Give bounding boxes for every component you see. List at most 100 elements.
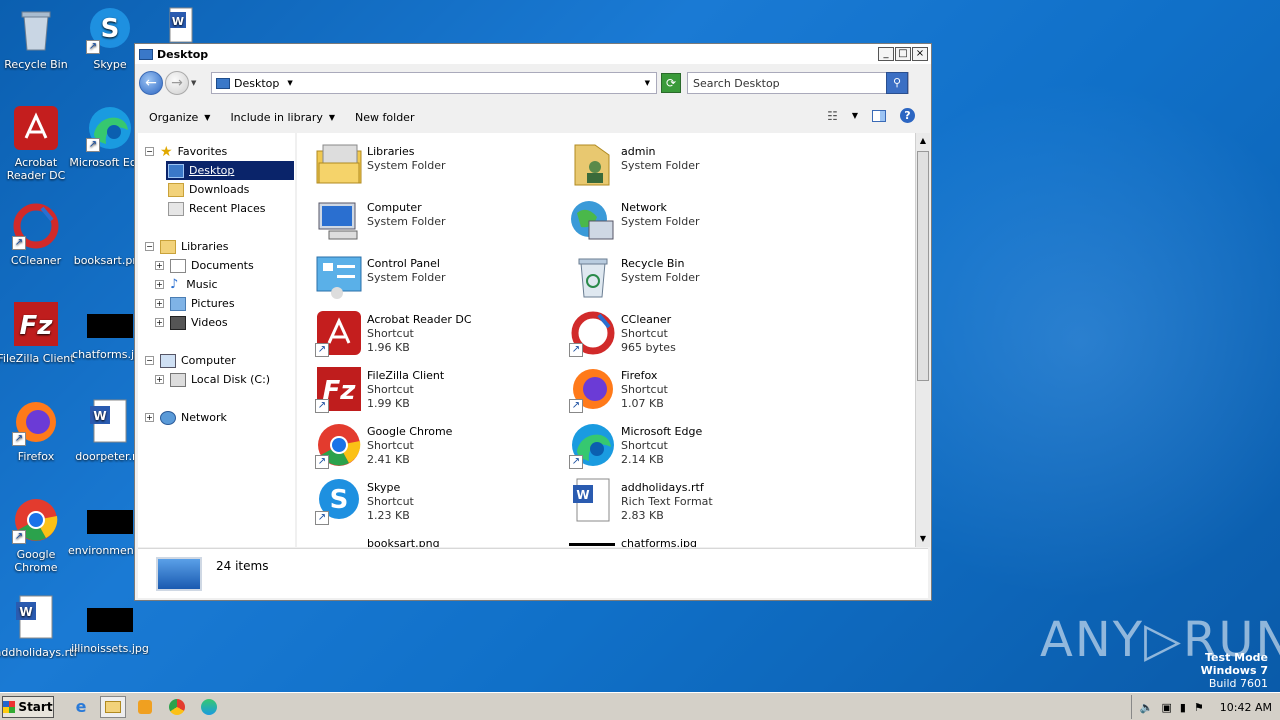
nav-music[interactable]: + ♪ Music bbox=[155, 275, 218, 294]
flag-icon[interactable]: ⚑ bbox=[1194, 701, 1204, 714]
nav-favorites[interactable]: − ★ Favorites bbox=[145, 142, 227, 161]
expand-icon[interactable]: + bbox=[145, 413, 154, 422]
chevron-down-icon[interactable]: ▼ bbox=[852, 111, 858, 120]
maximize-button[interactable]: □ bbox=[895, 47, 911, 61]
item-name: Microsoft Edge bbox=[621, 425, 703, 438]
item-chrome[interactable]: ↗ Google Chrome Shortcut 2.41 KB bbox=[315, 421, 555, 475]
documents-icon bbox=[170, 258, 186, 273]
desktop-icon-firefox[interactable]: ↗ Firefox bbox=[0, 398, 78, 463]
downloads-folder-icon bbox=[168, 182, 184, 197]
search-input[interactable]: Search Desktop ⚲ bbox=[687, 72, 909, 94]
item-chatforms[interactable]: chatforms.jpg bbox=[569, 533, 809, 547]
item-acrobat[interactable]: ↗ Acrobat Reader DC Shortcut 1.96 KB bbox=[315, 309, 555, 363]
nav-videos[interactable]: + Videos bbox=[155, 313, 228, 332]
item-type: Shortcut bbox=[621, 439, 668, 452]
refresh-button[interactable]: ⟳ bbox=[661, 73, 681, 93]
collapse-icon[interactable]: − bbox=[145, 147, 154, 156]
nav-computer[interactable]: − Computer bbox=[145, 351, 236, 370]
item-size: 1.96 KB bbox=[367, 341, 410, 354]
preview-pane-icon[interactable] bbox=[872, 109, 886, 122]
nav-documents[interactable]: + Documents bbox=[155, 256, 254, 275]
chrome-icon: ↗ bbox=[12, 496, 60, 544]
libraries-folder-icon bbox=[315, 141, 363, 189]
include-in-library-button[interactable]: Include in library ▼ bbox=[230, 111, 335, 124]
forward-button[interactable]: → bbox=[165, 71, 189, 95]
nav-pictures[interactable]: + Pictures bbox=[155, 294, 235, 313]
expand-icon[interactable]: + bbox=[155, 280, 164, 289]
view-options-icon[interactable]: ☷ bbox=[827, 109, 838, 123]
desktop-icon-ccleaner[interactable]: ↗ CCleaner bbox=[0, 202, 78, 267]
desktop-icon-recycle-bin[interactable]: Recycle Bin bbox=[0, 6, 78, 71]
history-dropdown-icon[interactable]: ▼ bbox=[191, 79, 196, 87]
expand-icon[interactable]: + bbox=[155, 318, 164, 327]
desktop-icon-addholidays[interactable]: W addholidays.rtf bbox=[0, 594, 78, 659]
search-icon[interactable]: ⚲ bbox=[886, 72, 908, 94]
media-player-icon[interactable] bbox=[132, 696, 158, 718]
minimize-button[interactable]: _ bbox=[878, 47, 894, 61]
expand-icon[interactable]: + bbox=[155, 261, 164, 270]
item-admin[interactable]: admin System Folder bbox=[569, 141, 809, 195]
desktop-icon-illinoissets[interactable]: illinoissets.jpg bbox=[68, 594, 152, 655]
item-ccleaner[interactable]: ↗ CCleaner Shortcut 965 bytes bbox=[569, 309, 809, 363]
nav-label: Computer bbox=[181, 354, 236, 367]
item-filezilla[interactable]: Fz ↗ FileZilla Client Shortcut 1.99 KB bbox=[315, 365, 555, 419]
svg-text:W: W bbox=[576, 488, 589, 502]
start-button[interactable]: Start bbox=[2, 695, 54, 718]
help-icon[interactable]: ? bbox=[900, 108, 915, 123]
item-edge[interactable]: ↗ Microsoft Edge Shortcut 2.14 KB bbox=[569, 421, 809, 475]
desktop-icon-chrome[interactable]: ↗ Google Chrome bbox=[0, 496, 78, 574]
address-path: Desktop bbox=[234, 76, 280, 90]
power-icon[interactable]: ▮ bbox=[1180, 701, 1186, 714]
title-bar[interactable]: Desktop _ □ × bbox=[135, 44, 931, 64]
close-button[interactable]: × bbox=[912, 47, 928, 61]
desktop-icon-filezilla[interactable]: Fz FileZilla Client bbox=[0, 300, 78, 365]
item-firefox[interactable]: ↗ Firefox Shortcut 1.07 KB bbox=[569, 365, 809, 419]
start-label: Start bbox=[18, 699, 53, 714]
collapse-icon[interactable]: − bbox=[145, 242, 154, 251]
item-size: 2.41 KB bbox=[367, 453, 410, 466]
clock[interactable]: 10:42 AM bbox=[1220, 701, 1272, 714]
nav-label: Libraries bbox=[181, 240, 229, 253]
svg-text:W: W bbox=[19, 605, 32, 619]
scroll-down-icon[interactable]: ▼ bbox=[917, 532, 929, 546]
chrome-taskbar-icon[interactable] bbox=[164, 696, 190, 718]
network-tray-icon[interactable]: ▣ bbox=[1161, 701, 1171, 714]
organize-button[interactable]: Organize ▼ bbox=[149, 111, 210, 124]
nav-label: Local Disk (C:) bbox=[191, 373, 271, 386]
item-computer[interactable]: Computer System Folder bbox=[315, 197, 555, 251]
nav-network[interactable]: + Network bbox=[145, 408, 227, 427]
image-thumbnail bbox=[87, 608, 133, 632]
address-box[interactable]: Desktop ▼ ▼ bbox=[211, 72, 657, 94]
nav-downloads[interactable]: Downloads bbox=[168, 180, 249, 199]
nav-local-disk[interactable]: + Local Disk (C:) bbox=[155, 370, 270, 389]
new-folder-button[interactable]: New folder bbox=[355, 111, 414, 124]
item-recycle-bin[interactable]: Recycle Bin System Folder bbox=[569, 253, 809, 307]
path-dropdown-icon[interactable]: ▼ bbox=[287, 79, 292, 87]
scroll-up-icon[interactable]: ▲ bbox=[917, 134, 929, 148]
item-network[interactable]: Network System Folder bbox=[569, 197, 809, 251]
item-booksart[interactable]: booksart.png bbox=[315, 533, 555, 547]
desktop-icon-acrobat[interactable]: Acrobat Reader DC bbox=[0, 104, 78, 182]
nav-label: Favorites bbox=[177, 145, 228, 158]
address-dropdown-icon[interactable]: ▼ bbox=[645, 79, 650, 87]
item-name: FileZilla Client bbox=[367, 369, 445, 382]
item-skype[interactable]: S ↗ Skype Shortcut 1.23 KB bbox=[315, 477, 555, 531]
edge-taskbar-icon[interactable] bbox=[196, 696, 222, 718]
item-type: System Folder bbox=[367, 215, 446, 228]
volume-icon[interactable]: 🔈 bbox=[1140, 701, 1154, 714]
internet-explorer-icon[interactable]: e bbox=[68, 696, 94, 718]
explorer-taskbar-icon[interactable] bbox=[100, 695, 126, 718]
item-control-panel[interactable]: Control Panel System Folder bbox=[315, 253, 555, 307]
nav-libraries[interactable]: − Libraries bbox=[145, 237, 229, 256]
item-libraries[interactable]: Libraries System Folder bbox=[315, 141, 555, 195]
scrollbar-thumb[interactable] bbox=[917, 151, 929, 381]
expand-icon[interactable]: + bbox=[155, 299, 164, 308]
back-button[interactable]: ← bbox=[139, 71, 163, 95]
item-addholidays[interactable]: W addholidays.rtf Rich Text Format 2.83 KB bbox=[569, 477, 809, 531]
svg-text:W: W bbox=[93, 409, 106, 423]
collapse-icon[interactable]: − bbox=[145, 356, 154, 365]
nav-recent-places[interactable]: Recent Places bbox=[168, 199, 266, 218]
expand-icon[interactable]: + bbox=[155, 375, 164, 384]
vertical-scrollbar[interactable]: ▲ ▼ bbox=[915, 133, 930, 547]
nav-desktop[interactable]: Desktop bbox=[166, 161, 294, 180]
